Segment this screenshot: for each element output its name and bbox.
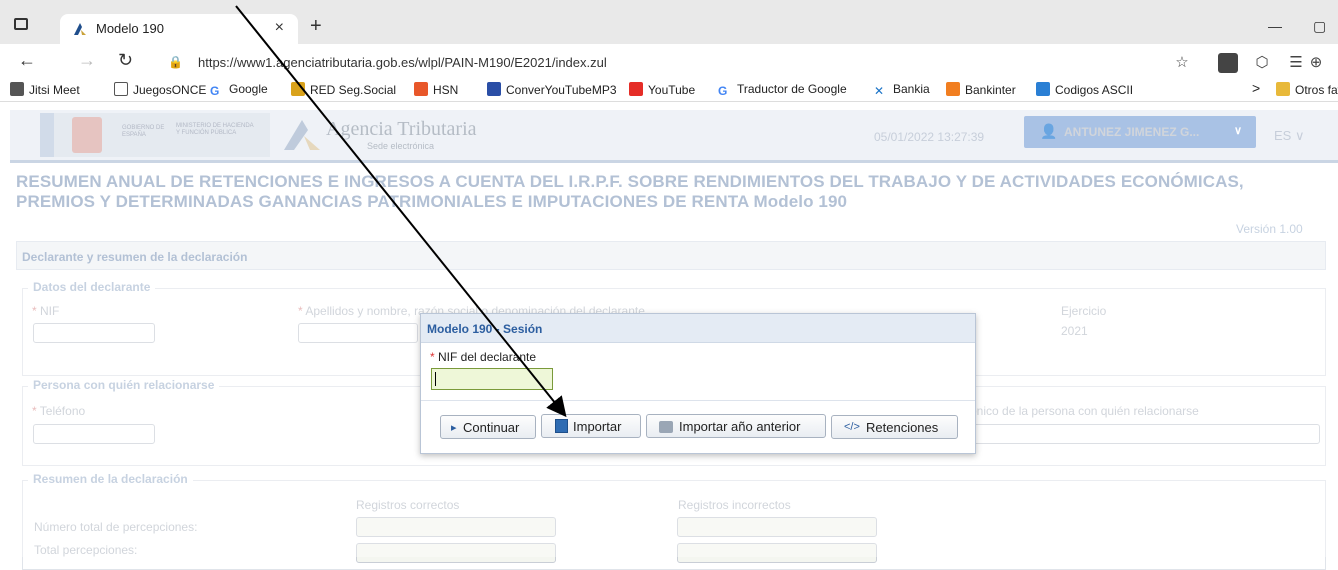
annotation-arrow — [235, 5, 567, 418]
